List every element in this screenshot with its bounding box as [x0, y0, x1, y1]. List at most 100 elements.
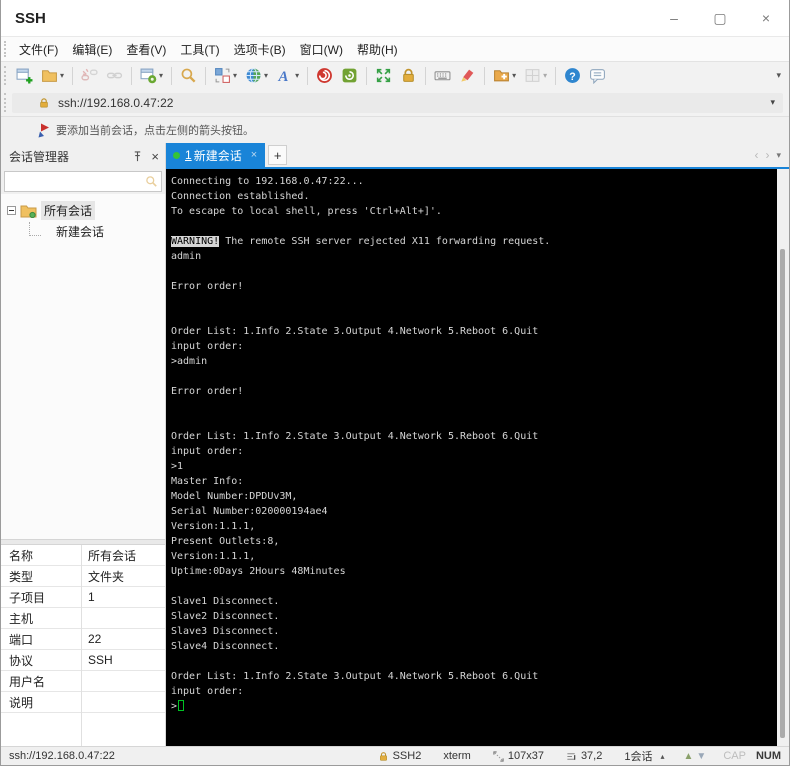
globe-button[interactable]: ▾	[242, 65, 271, 86]
new-folder-button[interactable]: ▾	[490, 65, 519, 86]
terminal-scrollbar[interactable]	[777, 169, 789, 746]
property-row: 主机	[1, 608, 165, 629]
open-session-icon	[41, 67, 58, 84]
pin-icon[interactable]	[132, 150, 143, 162]
font-button[interactable]: A ▾	[273, 65, 302, 86]
keyboard-icon	[434, 67, 451, 84]
address-input[interactable]: ssh://192.168.0.47:22 ▾	[12, 92, 783, 113]
scrollbar-thumb[interactable]	[780, 249, 785, 738]
menu-item[interactable]: 帮助(H)	[357, 41, 398, 58]
toolbar-overflow-icon[interactable]: ▾	[776, 70, 785, 81]
highlighter-button[interactable]	[456, 65, 479, 86]
package-button[interactable]	[338, 65, 361, 86]
minimize-button[interactable]: –	[651, 0, 697, 36]
menubar: 文件(F) 编辑(E) 查看(V) 工具(T) 选项卡(B) 窗口(W) 帮助(H)	[1, 37, 789, 61]
menu-item[interactable]: 窗口(W)	[300, 41, 343, 58]
window-layout-icon	[524, 67, 541, 84]
menu-item[interactable]: 查看(V)	[126, 41, 166, 58]
toolbar: ▾ ▾ ▾ ▾ A ▾ ▾ ▾? ▾	[1, 61, 789, 89]
tab-scroll-right-icon[interactable]: ›	[765, 148, 769, 162]
caps-lock-indicator: CAP	[723, 750, 746, 762]
address-dropdown-icon[interactable]: ▾	[770, 97, 783, 108]
terminal-line: To escape to local shell, press 'Ctrl+Al…	[171, 206, 442, 217]
help-icon: ?	[564, 67, 581, 84]
menu-item[interactable]: 选项卡(B)	[234, 41, 286, 58]
tab-close-icon[interactable]: ×	[251, 149, 257, 161]
xagent-icon	[316, 67, 333, 84]
session-search-input[interactable]	[5, 172, 161, 191]
tree-item-label[interactable]: 新建会话	[53, 222, 107, 241]
property-label: 用户名	[9, 674, 46, 689]
terminal-line: Slave3 Disconnect.	[171, 626, 280, 637]
find-button[interactable]	[177, 65, 200, 86]
dropdown-arrow-icon[interactable]: ▾	[264, 71, 268, 80]
status-session-count[interactable]: 1会话 ▴	[613, 748, 675, 764]
expander-icon[interactable]	[7, 206, 16, 215]
panel-close-icon[interactable]: ×	[151, 149, 159, 164]
dropdown-arrow-icon[interactable]: ▾	[543, 71, 547, 80]
window-title: SSH	[15, 9, 46, 27]
toolbar-grip[interactable]	[4, 66, 6, 85]
tree-item-new-session[interactable]: 新建会话	[1, 221, 165, 242]
property-label: 子项目	[9, 590, 46, 605]
addressbar-grip[interactable]	[4, 93, 6, 112]
tab-new-session[interactable]: 1 新建会话 ×	[166, 143, 266, 167]
dropdown-arrow-icon[interactable]: ▾	[295, 71, 299, 80]
tree-item-label[interactable]: 所有会话	[41, 201, 96, 220]
terminal-line: Connection established.	[171, 191, 310, 202]
terminal-line: input order:	[171, 446, 244, 457]
dropdown-arrow-icon[interactable]: ▾	[512, 71, 516, 80]
terminal-line: >1	[171, 461, 184, 472]
session-properties-button[interactable]: ▾	[137, 65, 166, 86]
session-tree: 所有会话 新建会话	[1, 194, 165, 539]
reconnect-icon	[106, 67, 123, 84]
new-tab-button[interactable]: +	[268, 145, 288, 165]
terminal-line: Order List: 1.Info 2.State 3.Output 4.Ne…	[171, 671, 539, 682]
terminal-line: Slave4 Disconnect.	[171, 641, 280, 652]
menu-item[interactable]: 编辑(E)	[72, 41, 112, 58]
keyboard-button[interactable]	[431, 65, 454, 86]
toolbar-separator	[131, 66, 133, 85]
tree-item-all-sessions[interactable]: 所有会话	[1, 200, 165, 221]
session-pane: 1 新建会话 × + ‹ › ▾ Connecting to 192.168.0…	[166, 143, 789, 746]
dropdown-arrow-icon[interactable]: ▾	[159, 71, 163, 80]
dropdown-arrow-icon[interactable]: ▾	[60, 71, 64, 80]
session-search-row	[1, 169, 165, 194]
notebar: 要添加当前会话，点击左侧的箭头按钮。	[1, 116, 789, 143]
scroll-arrows[interactable]: ▲▼	[676, 751, 718, 762]
tab-scroll-left-icon[interactable]: ‹	[754, 148, 758, 162]
menubar-grip[interactable]	[4, 40, 6, 58]
open-session-button[interactable]: ▾	[38, 65, 67, 86]
compose-button[interactable]: ▾	[211, 65, 240, 86]
feedback-button[interactable]	[586, 65, 609, 86]
lock-icon	[400, 67, 417, 84]
toolbar-separator	[307, 66, 309, 85]
properties-table: 名称 所有会话 类型 文件夹 子项目 1 主机 端口 22 协议 SSH 用户名 说明	[1, 545, 165, 746]
tab-menu-icon[interactable]: ▾	[776, 150, 781, 161]
disconnect-icon	[81, 67, 98, 84]
toolbar-separator	[72, 66, 74, 85]
terminal[interactable]: Connecting to 192.168.0.47:22... Connecti…	[166, 169, 777, 746]
tab-index: 1	[185, 148, 192, 162]
new-session-button[interactable]	[13, 65, 36, 86]
lock-button[interactable]	[397, 65, 420, 86]
terminal-line: Slave1 Disconnect.	[171, 596, 280, 607]
flag-icon	[38, 123, 49, 137]
close-button[interactable]: ×	[743, 0, 789, 36]
help-button[interactable]: ?	[561, 65, 584, 86]
dropdown-arrow-icon[interactable]: ▾	[233, 71, 237, 80]
menu-item[interactable]: 工具(T)	[180, 41, 219, 58]
xagent-button[interactable]	[313, 65, 336, 86]
status-term-type: xterm	[443, 750, 471, 762]
arrow-up-icon: ▲	[683, 750, 697, 762]
menu-item[interactable]: 文件(F)	[19, 41, 58, 58]
terminal-line: Uptime:0Days 2Hours 48Minutes	[171, 566, 346, 577]
lock-icon	[40, 97, 48, 107]
fullscreen-button[interactable]	[372, 65, 395, 86]
addressbar: ssh://192.168.0.47:22 ▾	[1, 89, 789, 116]
maximize-button[interactable]: ▢	[697, 0, 743, 36]
